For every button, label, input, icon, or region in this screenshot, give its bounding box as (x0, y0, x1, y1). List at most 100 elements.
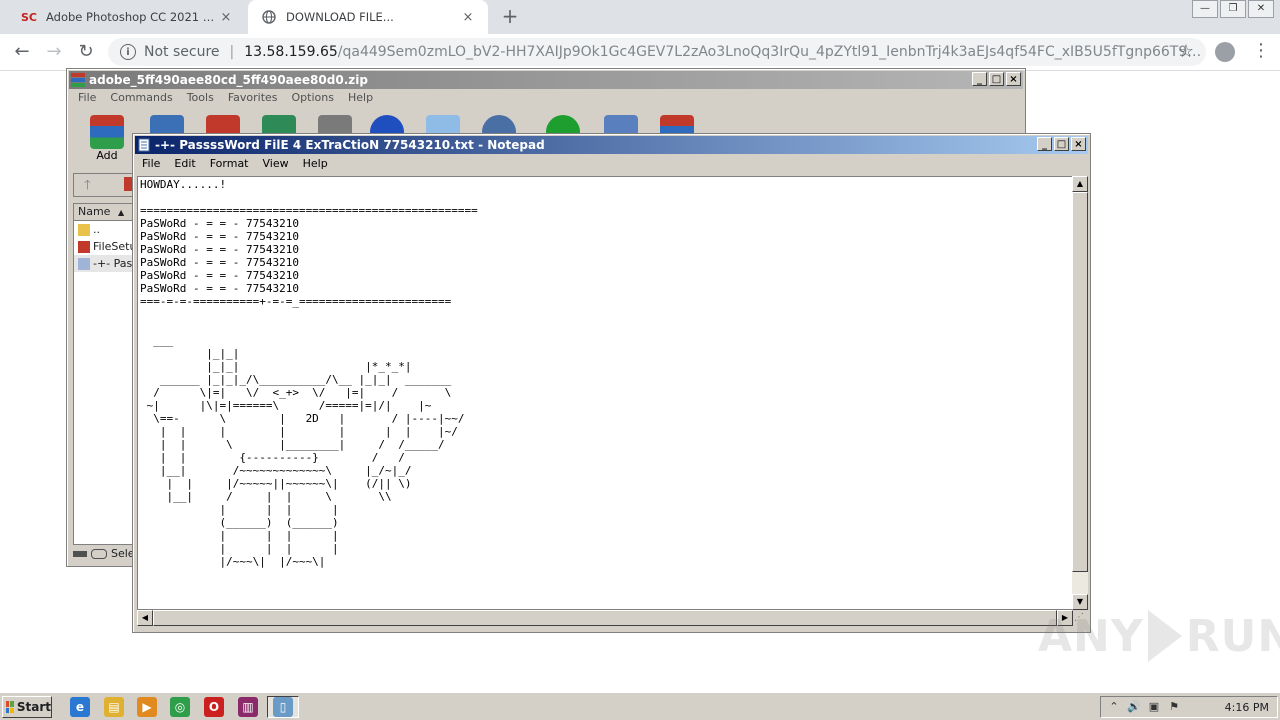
menu-commands[interactable]: Commands (103, 89, 179, 107)
file-name: FileSetup (93, 240, 136, 253)
winrar-title-bar[interactable]: adobe_5ff490aee80cd_5ff490aee80d0.zip _ … (69, 71, 1023, 89)
notepad-title-bar[interactable]: -+- PassssWord FilE 4 ExTraCtioN 7754321… (135, 136, 1088, 154)
winrar-file-list: Name ▲ .. FileSetup -+- PasssssWord FilE… (73, 203, 137, 545)
winrar-window-controls: _ □ × (970, 72, 1021, 86)
menu-tools[interactable]: Tools (180, 89, 221, 107)
back-button[interactable]: ← (10, 40, 34, 64)
close-button[interactable]: ✕ (1248, 0, 1274, 18)
start-label: Start (16, 700, 51, 714)
key-icon (91, 549, 107, 559)
browser-toolbar: ← → ↻ i Not secure | 13.58.159.65 /qa449… (0, 34, 1280, 71)
media-player-icon[interactable]: ▶ (137, 697, 157, 717)
url-host: 13.58.159.65 (244, 44, 338, 60)
chrome-icon[interactable]: ◎ (170, 697, 190, 717)
winrar-menu-bar: File Commands Tools Favorites Options He… (71, 89, 380, 107)
toolbar-label: Add (96, 149, 118, 162)
close-button[interactable]: × (1071, 137, 1086, 151)
drive-icon (73, 551, 87, 557)
tab-title: DOWNLOAD FILE... (286, 10, 394, 24)
network-icon[interactable]: ▣ (1147, 700, 1161, 714)
close-button[interactable]: × (1006, 72, 1021, 86)
notepad-window: -+- PassssWord FilE 4 ExTraCtioN 7754321… (132, 133, 1091, 633)
tab-close-icon[interactable]: × (218, 10, 234, 25)
minimize-button[interactable]: — (1192, 0, 1218, 18)
notepad-app-icon (138, 138, 150, 152)
menu-file[interactable]: File (135, 155, 167, 173)
scroll-thumb[interactable] (153, 610, 1057, 626)
add-icon (90, 115, 124, 149)
address-bar[interactable]: i Not secure | 13.58.159.65 /qa449Sem0zm… (108, 38, 1206, 66)
text-file-icon (78, 257, 90, 270)
forward-button[interactable]: → (42, 40, 66, 64)
file-name: .. (93, 223, 100, 236)
play-triangle-icon (1147, 610, 1182, 662)
minimize-button[interactable]: _ (972, 72, 987, 86)
winrar-file-icon (78, 240, 90, 253)
info-icon[interactable]: i (120, 44, 136, 60)
toolbar-add-button[interactable]: Add (87, 113, 127, 162)
scroll-down-button[interactable]: ▼ (1072, 594, 1088, 610)
menu-help[interactable]: Help (341, 89, 380, 107)
winrar-app-icon (71, 73, 85, 87)
list-item[interactable]: .. (74, 221, 136, 238)
list-item[interactable]: FileSetup (74, 238, 136, 255)
winrar-path-bar[interactable]: 🡑 (73, 173, 139, 197)
tab-photoshop-crack[interactable]: SC Adobe Photoshop CC 2021 Crack v22.1.0… (8, 0, 246, 34)
maximize-button[interactable]: ❐ (1220, 0, 1246, 18)
bookmark-star-icon[interactable]: ☆ (1174, 40, 1198, 64)
explorer-icon[interactable]: ▤ (104, 697, 124, 717)
profile-avatar[interactable] (1215, 42, 1235, 62)
menu-edit[interactable]: Edit (167, 155, 202, 173)
scroll-left-button[interactable]: ◀ (137, 610, 153, 626)
new-tab-button[interactable]: + (498, 5, 522, 29)
security-status: Not secure (144, 44, 220, 60)
system-tray: ⌃ 🔊 ▣ ⚑ 4:16 PM (1100, 696, 1278, 718)
site-favicon: SC (21, 10, 37, 24)
maximize-button[interactable]: □ (989, 72, 1004, 86)
menu-favorites[interactable]: Favorites (221, 89, 285, 107)
volume-icon[interactable]: 🔊 (1127, 700, 1141, 714)
tray-expand-icon[interactable]: ⌃ (1107, 700, 1121, 714)
menu-view[interactable]: View (256, 155, 296, 173)
winrar-icon[interactable]: ▥ (238, 697, 258, 717)
browser-menu-button[interactable]: ⋮ (1252, 40, 1270, 64)
globe-icon (260, 9, 278, 25)
scroll-thumb[interactable] (1072, 192, 1088, 572)
maximize-button[interactable]: □ (1054, 137, 1069, 151)
vertical-scrollbar[interactable]: ▲ ▼ (1072, 176, 1088, 610)
sort-arrow-icon: ▲ (117, 208, 125, 217)
tab-download-file[interactable]: DOWNLOAD FILE... × (248, 0, 488, 34)
ie-icon[interactable]: e (70, 697, 90, 717)
minimize-button[interactable]: _ (1037, 137, 1052, 151)
action-center-flag-icon[interactable]: ⚑ (1167, 700, 1181, 714)
notepad-menu-bar: File Edit Format View Help (135, 155, 335, 173)
url-path: /qa449Sem0zmLO_bV2-HH7XAIJp9Ok1Gc4GEV7L2… (337, 44, 1206, 60)
menu-file[interactable]: File (71, 89, 103, 107)
watermark-right: RUN (1185, 610, 1280, 662)
notepad-title: -+- PassssWord FilE 4 ExTraCtioN 7754321… (155, 138, 545, 152)
windows-logo-icon (6, 701, 14, 713)
scroll-up-button[interactable]: ▲ (1072, 176, 1088, 192)
menu-format[interactable]: Format (203, 155, 256, 173)
reload-button[interactable]: ↻ (74, 40, 98, 64)
horizontal-scrollbar[interactable]: ◀ ▶ (137, 610, 1073, 626)
browser-window-controls: — ❐ ✕ (1190, 0, 1274, 18)
column-header-label: Name (78, 205, 111, 218)
start-button[interactable]: Start (2, 696, 52, 718)
tab-close-icon[interactable]: × (460, 10, 476, 25)
windows-taskbar: Start e ▤ ▶ ◎ O ▥ ▯ ⌃ 🔊 ▣ ⚑ 4:16 PM (0, 692, 1280, 720)
folder-up-icon (78, 223, 90, 236)
opera-icon[interactable]: O (204, 697, 224, 717)
tab-title: Adobe Photoshop CC 2021 Crack v22.1.0.94… (46, 10, 218, 24)
menu-help[interactable]: Help (296, 155, 335, 173)
clock[interactable]: 4:16 PM (1225, 701, 1269, 714)
column-header-name[interactable]: Name ▲ (74, 204, 136, 221)
notepad-text-area[interactable]: HOWDAY......! ==========================… (137, 176, 1075, 610)
menu-options[interactable]: Options (285, 89, 341, 107)
notepad-icon[interactable]: ▯ (273, 697, 293, 717)
up-folder-icon[interactable]: 🡑 (84, 176, 91, 198)
address-separator: | (229, 44, 235, 60)
notepad-window-controls: _ □ × (1035, 137, 1086, 151)
list-item[interactable]: -+- PasssssWord FilE 4 ExTraCtioN 775432… (74, 255, 136, 272)
browser-tab-bar: SC Adobe Photoshop CC 2021 Crack v22.1.0… (0, 0, 1280, 34)
